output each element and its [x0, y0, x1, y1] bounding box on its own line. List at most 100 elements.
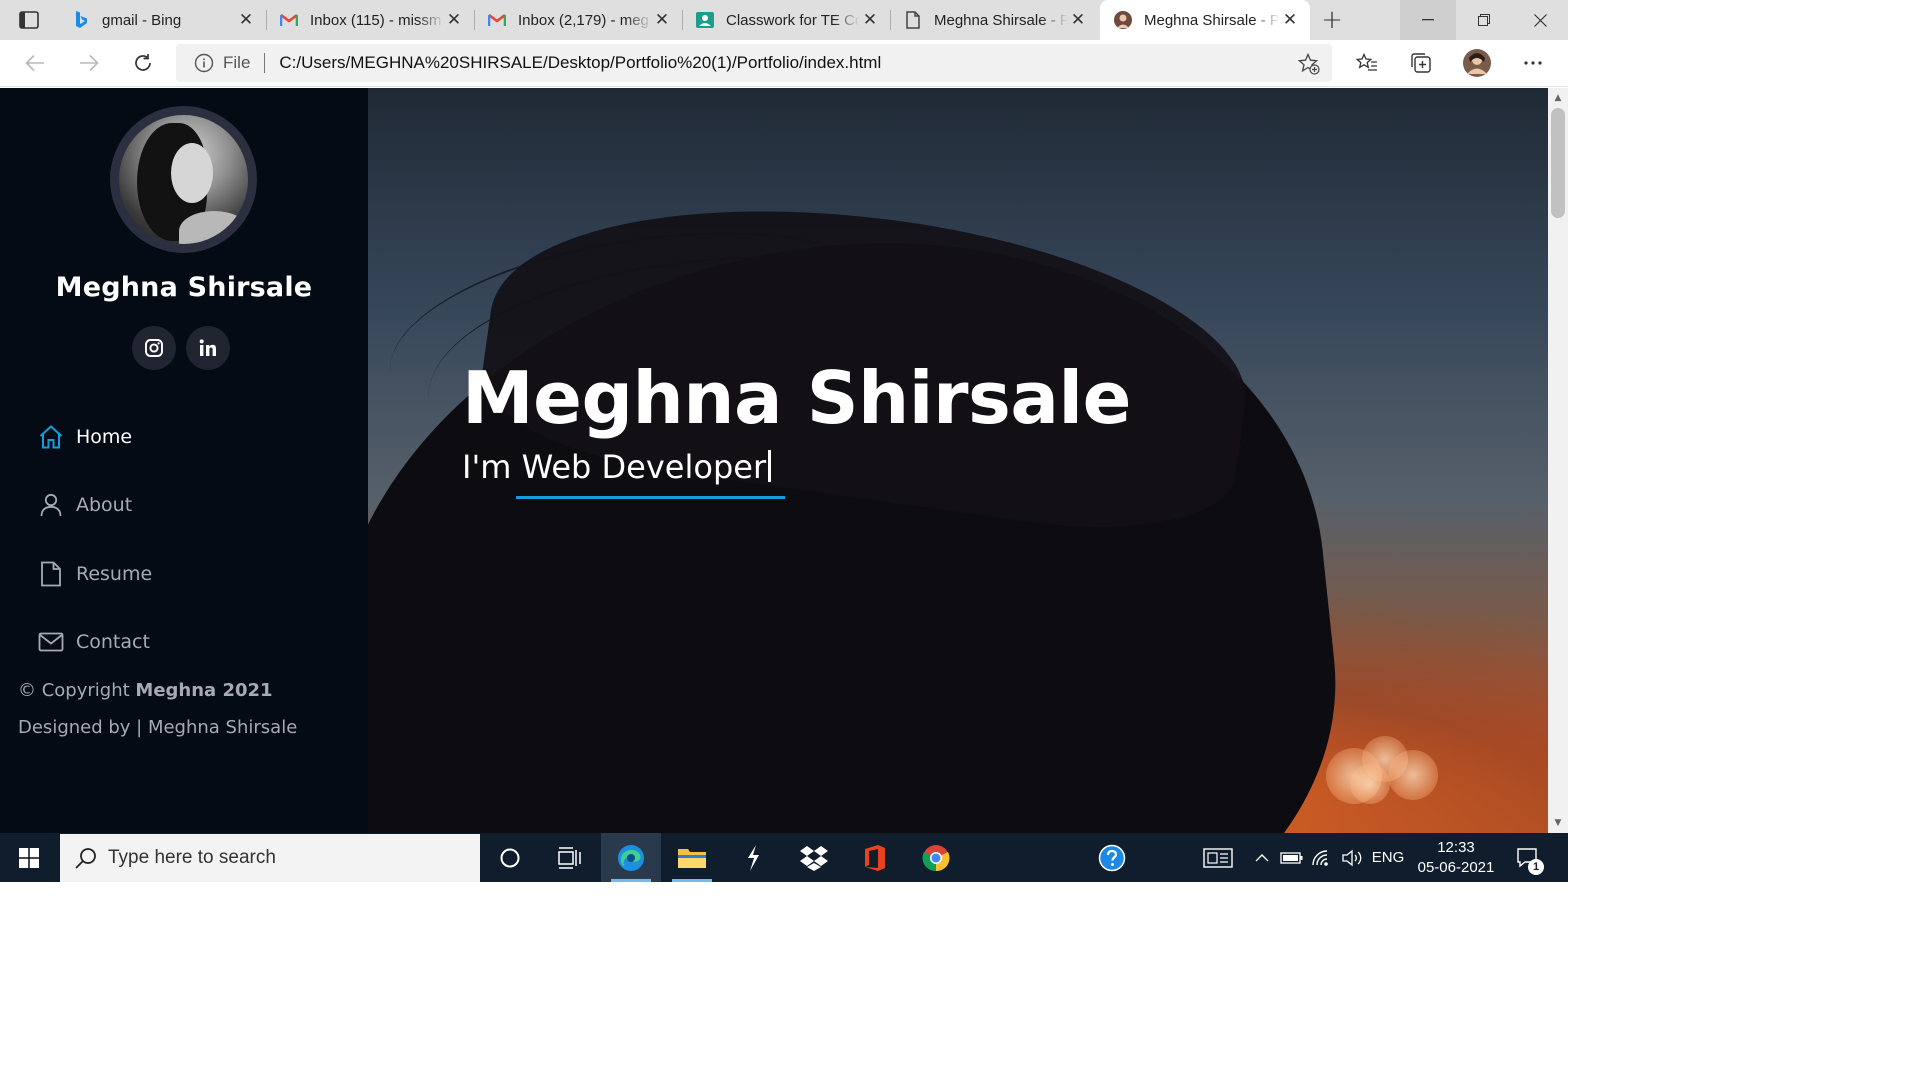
windows-start-icon[interactable] — [0, 833, 58, 882]
dropbox-icon[interactable] — [784, 833, 844, 882]
edge-taskbar-icon[interactable] — [601, 833, 661, 882]
url-text[interactable]: C:/Users/MEGHNA%20SHIRSALE/Desktop/Portf… — [279, 53, 881, 73]
site-info-icon[interactable] — [194, 53, 214, 73]
chevron-up-icon[interactable] — [1250, 833, 1274, 882]
back-icon[interactable] — [20, 48, 50, 78]
nav-home[interactable]: Home — [36, 417, 132, 457]
nav-label: Home — [76, 426, 133, 448]
browser-tab[interactable]: Inbox (115) - missm ✕ — [266, 0, 475, 40]
task-view-icon[interactable] — [540, 833, 600, 882]
avatar-icon — [1114, 11, 1132, 29]
classroom-icon — [696, 11, 714, 29]
notifications-icon[interactable]: 1 — [1512, 833, 1544, 882]
nav-label: Resume — [76, 563, 153, 585]
wifi-icon[interactable] — [1308, 833, 1336, 882]
language-text: ENG — [1371, 849, 1405, 866]
taskbar-search[interactable]: Type here to search — [60, 834, 480, 882]
cortana-icon[interactable] — [480, 833, 540, 882]
browser-tab[interactable]: Meghna Shirsale - P ✕ — [890, 0, 1098, 40]
document-icon — [904, 11, 922, 29]
browser-tab-strip: gmail - Bing ✕ Inbox (115) - missm ✕ Inb… — [0, 0, 1568, 40]
add-favorite-icon[interactable] — [1297, 52, 1320, 75]
browser-toolbar: File C:/Users/MEGHNA%20SHIRSALE/Desktop/… — [0, 40, 1568, 87]
file-icon — [36, 559, 66, 589]
tab-actions-icon[interactable] — [10, 8, 48, 32]
close-tab-icon[interactable]: ✕ — [1280, 10, 1300, 30]
windows-taskbar: Type here to search ENG 12:33 05-06-2021… — [0, 833, 1568, 882]
close-window-icon[interactable] — [1512, 0, 1568, 40]
nav-contact[interactable]: Contact — [36, 622, 150, 662]
close-tab-icon[interactable]: ✕ — [1068, 10, 1088, 30]
language-indicator[interactable]: ENG — [1370, 833, 1406, 882]
scroll-down-icon[interactable]: ▼ — [1548, 815, 1568, 831]
tab-title: Inbox (2,179) - meg — [518, 11, 649, 29]
envelope-icon — [36, 627, 66, 657]
profile-photo — [119, 115, 248, 244]
gmail-icon — [280, 11, 298, 29]
hero-section: Meghna Shirsale I'm Web Developer — [368, 88, 1548, 833]
sidebar: Meghna Shirsale Home About Resume Contac… — [0, 88, 368, 833]
sidebar-name: Meghna Shirsale — [55, 272, 313, 303]
office-icon[interactable] — [845, 833, 905, 882]
battery-icon[interactable] — [1278, 833, 1306, 882]
close-tab-icon[interactable]: ✕ — [444, 10, 464, 30]
tab-title: Meghna Shirsale - P — [1144, 11, 1280, 29]
new-tab-icon[interactable]: + — [1318, 5, 1346, 35]
browser-tab[interactable]: Inbox (2,179) - meg ✕ — [474, 0, 683, 40]
forward-icon[interactable] — [74, 48, 104, 78]
app-lightning-icon[interactable] — [723, 833, 783, 882]
tab-title: Meghna Shirsale - P — [934, 11, 1068, 29]
copyright-owner: Meghna 2021 — [135, 680, 273, 701]
typing-cursor — [768, 450, 772, 482]
news-icon[interactable] — [1200, 833, 1236, 882]
nav-label: About — [76, 494, 133, 516]
clock-date: 05-06-2021 — [1417, 859, 1495, 876]
more-options-icon[interactable] — [1518, 48, 1548, 78]
scroll-up-icon[interactable]: ▲ — [1548, 90, 1568, 106]
url-scheme: File — [223, 53, 251, 72]
address-bar[interactable]: File C:/Users/MEGHNA%20SHIRSALE/Desktop/… — [176, 44, 1332, 82]
profile-avatar[interactable] — [1462, 48, 1492, 78]
linkedin-icon[interactable] — [186, 326, 230, 370]
clock-time: 12:33 — [1437, 839, 1475, 856]
copyright: © Copyright Meghna 2021 — [18, 680, 273, 701]
home-icon — [36, 422, 66, 452]
browser-tab[interactable]: Classwork for TE Co ✕ — [682, 0, 891, 40]
gmail-icon — [488, 11, 506, 29]
search-placeholder: Type here to search — [108, 847, 276, 868]
hero-underline — [516, 496, 785, 499]
minimize-icon[interactable] — [1400, 0, 1456, 40]
user-icon — [36, 490, 66, 520]
designer-credits: Designed by | Meghna Shirsale — [18, 717, 298, 738]
system-clock[interactable]: 12:33 05-06-2021 — [1410, 838, 1502, 878]
typed-text: I'm Web Developer — [462, 448, 767, 486]
refresh-icon[interactable] — [128, 48, 158, 78]
web-page: Meghna Shirsale Home About Resume Contac… — [0, 88, 1548, 833]
scroll-thumb[interactable] — [1551, 108, 1565, 218]
restore-icon[interactable] — [1456, 0, 1512, 40]
nav-resume[interactable]: Resume — [36, 554, 152, 594]
browser-tab[interactable]: gmail - Bing ✕ — [58, 0, 267, 40]
page-scrollbar[interactable]: ▲ ▼ — [1548, 88, 1568, 833]
hero-subtitle: I'm Web Developer — [462, 448, 772, 486]
close-tab-icon[interactable]: ✕ — [652, 10, 672, 30]
file-explorer-icon[interactable] — [662, 833, 722, 882]
search-icon — [75, 848, 96, 869]
favorites-icon[interactable] — [1352, 48, 1382, 78]
divider — [264, 53, 266, 73]
bing-icon — [72, 11, 90, 29]
hero-title: Meghna Shirsale — [462, 356, 1131, 440]
help-icon[interactable] — [1092, 833, 1132, 882]
profile-photo-frame — [110, 106, 257, 253]
close-tab-icon[interactable]: ✕ — [860, 10, 880, 30]
copyright-prefix: © Copyright — [18, 680, 130, 701]
close-tab-icon[interactable]: ✕ — [236, 10, 256, 30]
tab-title: gmail - Bing — [102, 11, 182, 29]
instagram-icon[interactable] — [132, 326, 176, 370]
chrome-icon[interactable] — [906, 833, 966, 882]
collections-icon[interactable] — [1406, 48, 1436, 78]
volume-icon[interactable] — [1338, 833, 1366, 882]
nav-about[interactable]: About — [36, 485, 132, 525]
browser-tab-active[interactable]: Meghna Shirsale - P ✕ — [1100, 0, 1310, 40]
tab-title: Inbox (115) - missm — [310, 11, 442, 29]
